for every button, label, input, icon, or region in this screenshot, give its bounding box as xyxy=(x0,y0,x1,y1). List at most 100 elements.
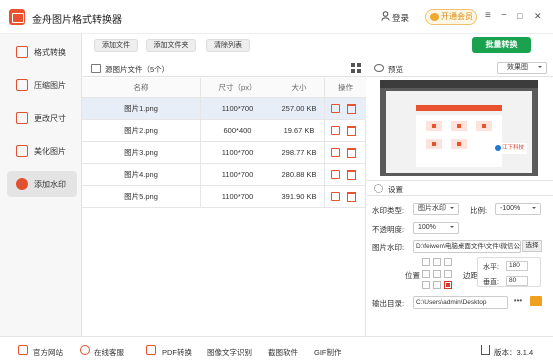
footer-screenshot[interactable]: 截图软件 xyxy=(268,347,298,358)
gear-icon xyxy=(374,184,383,193)
sidebar-item-beautify[interactable]: 美化图片 xyxy=(7,138,77,164)
watermark-preview: 江下科技 xyxy=(493,143,527,154)
file-name: 图片1.png xyxy=(124,104,158,113)
open-folder-icon[interactable] xyxy=(530,296,542,306)
menu-icon[interactable]: ≡ xyxy=(485,10,491,21)
preview-tile xyxy=(451,139,467,149)
preview-tile xyxy=(451,121,467,131)
file-size: 257.00 KB xyxy=(281,104,317,113)
table-row[interactable]: 图片4.png 1100*700 280.88 KB xyxy=(82,164,366,186)
table-row[interactable]: 图片1.png 1100*700 257.00 KB xyxy=(82,98,366,120)
sidebar: 格式转换 压缩图片 更改尺寸 美化图片 添加水印 xyxy=(0,34,82,336)
app-title: 金舟图片格式转换器 xyxy=(32,15,122,26)
sidebar-item-label: 添加水印 xyxy=(34,180,66,189)
position-cell[interactable] xyxy=(433,281,441,290)
position-grid[interactable] xyxy=(422,258,458,290)
horizontal-input[interactable]: 180 xyxy=(506,261,528,271)
file-dims: 1100*700 xyxy=(200,98,274,119)
output-path-field[interactable]: C:\Users\admin\Desktop xyxy=(413,296,508,309)
watermark-type-label: 水印类型: xyxy=(372,206,405,215)
minimize-icon[interactable]: − xyxy=(501,10,507,21)
preview-header: 预览 效果图 xyxy=(367,60,553,77)
more-button[interactable]: ••• xyxy=(510,296,526,307)
sidebar-item-label: 格式转换 xyxy=(34,48,66,57)
delete-icon[interactable] xyxy=(347,148,356,158)
delete-icon[interactable] xyxy=(347,170,356,180)
sidebar-item-label: 压缩图片 xyxy=(34,81,66,90)
sidebar-item-format-convert[interactable]: 格式转换 xyxy=(7,39,77,65)
ratio-select[interactable]: -100% xyxy=(495,203,541,215)
grid-view-icon[interactable] xyxy=(351,63,361,73)
column-header-actions: 操作 xyxy=(324,78,366,97)
opacity-label: 不透明度: xyxy=(372,225,405,234)
table-row[interactable]: 图片5.png 1100*700 391.90 KB xyxy=(82,186,366,208)
add-file-button[interactable]: 添加文件 xyxy=(94,39,138,52)
open-file-icon[interactable] xyxy=(331,126,340,135)
preview-mode-select[interactable]: 效果图 xyxy=(497,62,547,74)
sidebar-item-label: 美化图片 xyxy=(34,147,66,156)
user-icon[interactable] xyxy=(381,11,390,21)
footer-pdf-convert[interactable]: PDF转换 xyxy=(162,347,192,358)
format-convert-icon xyxy=(16,46,28,58)
beautify-icon xyxy=(16,145,28,157)
settings-title: 设置 xyxy=(388,185,403,194)
settings-header: 设置 xyxy=(367,180,553,196)
sidebar-item-compress[interactable]: 压缩图片 xyxy=(7,72,77,98)
maximize-icon[interactable]: □ xyxy=(517,11,522,21)
preview-tile xyxy=(476,121,492,131)
preview-banner xyxy=(416,105,502,111)
offset-label: 边距 xyxy=(463,271,478,280)
footer-gif-maker[interactable]: GIF制作 xyxy=(314,347,342,358)
delete-icon[interactable] xyxy=(347,192,356,202)
choose-button[interactable]: 选择 xyxy=(522,240,542,252)
customer-service-icon xyxy=(80,345,90,355)
website-icon xyxy=(18,345,28,355)
table-row[interactable]: 图片2.png 600*400 19.67 KB xyxy=(82,120,366,142)
file-name: 图片3.png xyxy=(124,148,158,157)
open-file-icon[interactable] xyxy=(331,148,340,157)
opacity-select[interactable]: 100% xyxy=(413,222,459,234)
column-header-dims: 尺寸（px） xyxy=(200,78,274,97)
compress-icon xyxy=(16,79,28,91)
watermark-type-select[interactable]: 图片水印 xyxy=(413,203,459,215)
folder-icon xyxy=(91,64,101,73)
clear-list-button[interactable]: 清除列表 xyxy=(206,39,250,52)
add-folder-button[interactable]: 添加文件夹 xyxy=(146,39,196,52)
position-cell[interactable] xyxy=(422,258,430,266)
image-watermark-path-field[interactable]: D:\feiwen\电脑桌面文件\文件\微信公众号 xyxy=(413,240,521,253)
table-row[interactable]: 图片3.png 1100*700 298.77 KB xyxy=(82,142,366,164)
sidebar-item-watermark[interactable]: 添加水印 xyxy=(7,171,77,197)
position-cell[interactable] xyxy=(433,258,441,266)
batch-convert-button[interactable]: 批量转换 xyxy=(472,37,531,53)
pdf-convert-icon xyxy=(146,345,156,355)
footer-ocr[interactable]: 图像文字识别 xyxy=(207,347,252,358)
crown-icon xyxy=(430,13,439,21)
delete-icon[interactable] xyxy=(347,126,356,136)
delete-icon[interactable] xyxy=(347,104,356,114)
preview-tile xyxy=(426,121,442,131)
login-link[interactable]: 登录 xyxy=(392,12,409,24)
position-cell[interactable] xyxy=(422,281,430,290)
open-file-icon[interactable] xyxy=(331,170,340,179)
image-watermark-label: 图片水印: xyxy=(372,243,405,252)
position-cell-selected[interactable] xyxy=(444,281,452,290)
vertical-label: 垂直: xyxy=(483,279,499,286)
position-cell[interactable] xyxy=(444,258,452,266)
position-cell[interactable] xyxy=(433,269,441,278)
column-header-size: 大小 xyxy=(291,83,307,92)
app-logo-icon xyxy=(9,9,25,25)
close-icon[interactable]: ✕ xyxy=(534,11,542,22)
open-file-icon[interactable] xyxy=(331,104,340,113)
open-file-icon[interactable] xyxy=(331,192,340,201)
footer-website[interactable]: 官方网站 xyxy=(33,347,63,358)
position-cell[interactable] xyxy=(422,269,430,278)
horizontal-label: 水平: xyxy=(483,264,499,271)
footer-customer-service[interactable]: 在线客服 xyxy=(94,347,124,358)
vip-button[interactable]: 开通会员 xyxy=(425,9,477,25)
position-cell[interactable] xyxy=(444,269,452,278)
sidebar-item-resize[interactable]: 更改尺寸 xyxy=(7,105,77,131)
file-name: 图片5.png xyxy=(124,192,158,201)
vertical-input[interactable]: 80 xyxy=(506,276,528,286)
file-size: 391.90 KB xyxy=(281,192,317,201)
file-dims: 1100*700 xyxy=(200,164,274,185)
